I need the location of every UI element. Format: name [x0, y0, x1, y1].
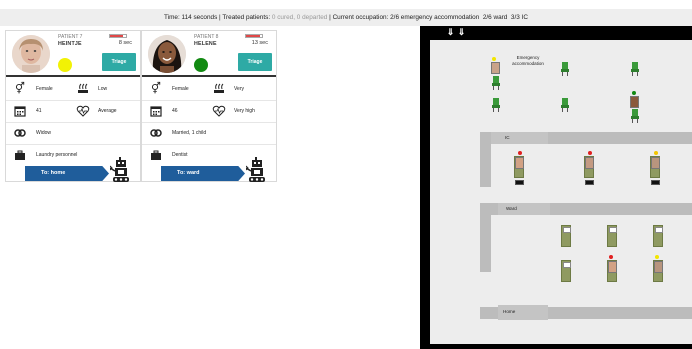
robot-icon: [245, 157, 268, 183]
patient-marker[interactable]: [515, 157, 524, 169]
map-floor: Emergency accommodation IC Ward Home: [430, 40, 692, 344]
chair-icon: [561, 98, 569, 112]
chair-icon: [561, 62, 569, 76]
rings-icon: [150, 127, 162, 139]
patient-name: HEINTJE: [58, 41, 82, 47]
calendar-icon: [150, 105, 162, 117]
timer-text: 13 sec: [251, 40, 268, 46]
heart-value: Average: [98, 108, 117, 114]
corridor-wall: [480, 203, 491, 272]
patient-name: HELENE: [194, 41, 217, 47]
hospital-map[interactable]: ⇓ ⇓ Emergency accommodation IC Ward Home: [420, 26, 692, 349]
patient-header: PATIENT 7 HEINTJE 8 sec Triage: [6, 31, 140, 77]
ic-label: IC: [505, 135, 510, 140]
robot-icon: [109, 157, 132, 183]
row-sex-smoking: ⚥ Female Very: [142, 79, 276, 101]
corridor-wall: [480, 132, 491, 187]
down-arrow-icon: ⇓: [457, 27, 466, 37]
monitor-icon: [651, 180, 660, 185]
patient-triage-dot: [588, 151, 592, 155]
patient-avatar: [148, 35, 186, 73]
rings-icon: [14, 127, 26, 139]
relationship-value: Married, 1 child: [172, 130, 207, 136]
patient-triage-dot: [632, 91, 636, 95]
emergency-label: Emergency accommodation: [512, 55, 544, 66]
briefcase-icon: [150, 149, 162, 161]
timer-bar: [245, 34, 263, 38]
row-age-heart: 46 Very high: [142, 101, 276, 123]
smoking-value: Low: [98, 86, 108, 92]
ward-occupation: 2/6 ward: [482, 14, 508, 21]
triage-button[interactable]: Triage: [238, 53, 272, 71]
chair-icon: [492, 98, 500, 112]
relationship-value: Widow: [36, 130, 52, 136]
patient-triage-dot: [654, 151, 658, 155]
status-bar: Time: 114 seconds | Treated patients: 0 …: [0, 9, 692, 26]
sex-value: Female: [172, 86, 189, 92]
patient-card-2[interactable]: PATIENT 8 HELENE 13 sec Triage ⚥ Female …: [141, 30, 277, 182]
row-sex-smoking: ⚥ Female Low: [6, 79, 140, 101]
heart-icon: [76, 104, 90, 118]
heart-icon: [212, 104, 226, 118]
patient-avatar: [12, 35, 50, 73]
ward-bed: [653, 225, 663, 247]
chair-icon: [492, 76, 500, 90]
ward-bed: [561, 260, 571, 282]
gender-icon: ⚥: [15, 83, 25, 95]
ward-label: Ward: [506, 206, 517, 211]
patient-card-1[interactable]: PATIENT 7 HEINTJE 8 sec Triage ⚥ Female …: [5, 30, 141, 182]
patient-triage-dot: [655, 255, 659, 259]
treated-label: Treated patients:: [222, 14, 271, 21]
triage-button[interactable]: Triage: [102, 53, 136, 71]
patient-id: PATIENT 8: [194, 34, 219, 40]
patient-id: PATIENT 7: [58, 34, 83, 40]
patient-marker[interactable]: [585, 157, 594, 169]
patient-marker[interactable]: [608, 261, 617, 273]
age-value: 41: [36, 108, 42, 114]
patient-triage-dot: [492, 57, 496, 61]
patient-marker[interactable]: [491, 62, 500, 74]
calendar-icon: [14, 105, 26, 117]
patient-marker[interactable]: [654, 261, 663, 273]
patient-marker[interactable]: [630, 96, 639, 108]
briefcase-icon: [14, 149, 26, 161]
triage-indicator: [58, 58, 72, 72]
row-relationship: Widow: [6, 123, 140, 145]
row-relationship: Married, 1 child: [142, 123, 276, 145]
job-value: Laundry personnel: [36, 152, 78, 158]
sex-value: Female: [36, 86, 53, 92]
age-value: 46: [172, 108, 178, 114]
smoking-icon: [212, 82, 226, 96]
monitor-icon: [585, 180, 594, 185]
destination-arrow[interactable]: To: home: [25, 166, 109, 181]
patient-header: PATIENT 8 HELENE 13 sec Triage: [142, 31, 276, 77]
patient-marker[interactable]: [651, 157, 660, 169]
patient-triage-dot: [518, 151, 522, 155]
heart-value: Very high: [234, 108, 255, 114]
time-text: Time: 114 seconds: [164, 14, 218, 21]
job-value: Dentist: [172, 152, 188, 158]
monitor-icon: [515, 180, 524, 185]
smoking-value: Very: [234, 86, 245, 92]
timer-bar: [109, 34, 127, 38]
destination-arrow[interactable]: To: ward: [161, 166, 245, 181]
chair-icon: [631, 109, 639, 123]
occupation-text: Current occupation: 2/6 emergency accomm…: [332, 14, 480, 21]
ward-bed: [561, 225, 571, 247]
smoking-icon: [76, 82, 90, 96]
ic-occupation: 3/3 IC: [510, 14, 528, 21]
ward-bed: [607, 225, 617, 247]
patient-triage-dot: [609, 255, 613, 259]
timer-text: 8 sec: [118, 40, 132, 46]
down-arrow-icon: ⇓: [446, 27, 455, 37]
gender-icon: ⚥: [151, 83, 161, 95]
chair-icon: [631, 62, 639, 76]
row-age-heart: 41 Average: [6, 101, 140, 123]
treated-detail: 0 cured, 0 departed: [271, 14, 328, 21]
triage-indicator: [194, 58, 208, 72]
home-label: Home: [503, 309, 516, 314]
